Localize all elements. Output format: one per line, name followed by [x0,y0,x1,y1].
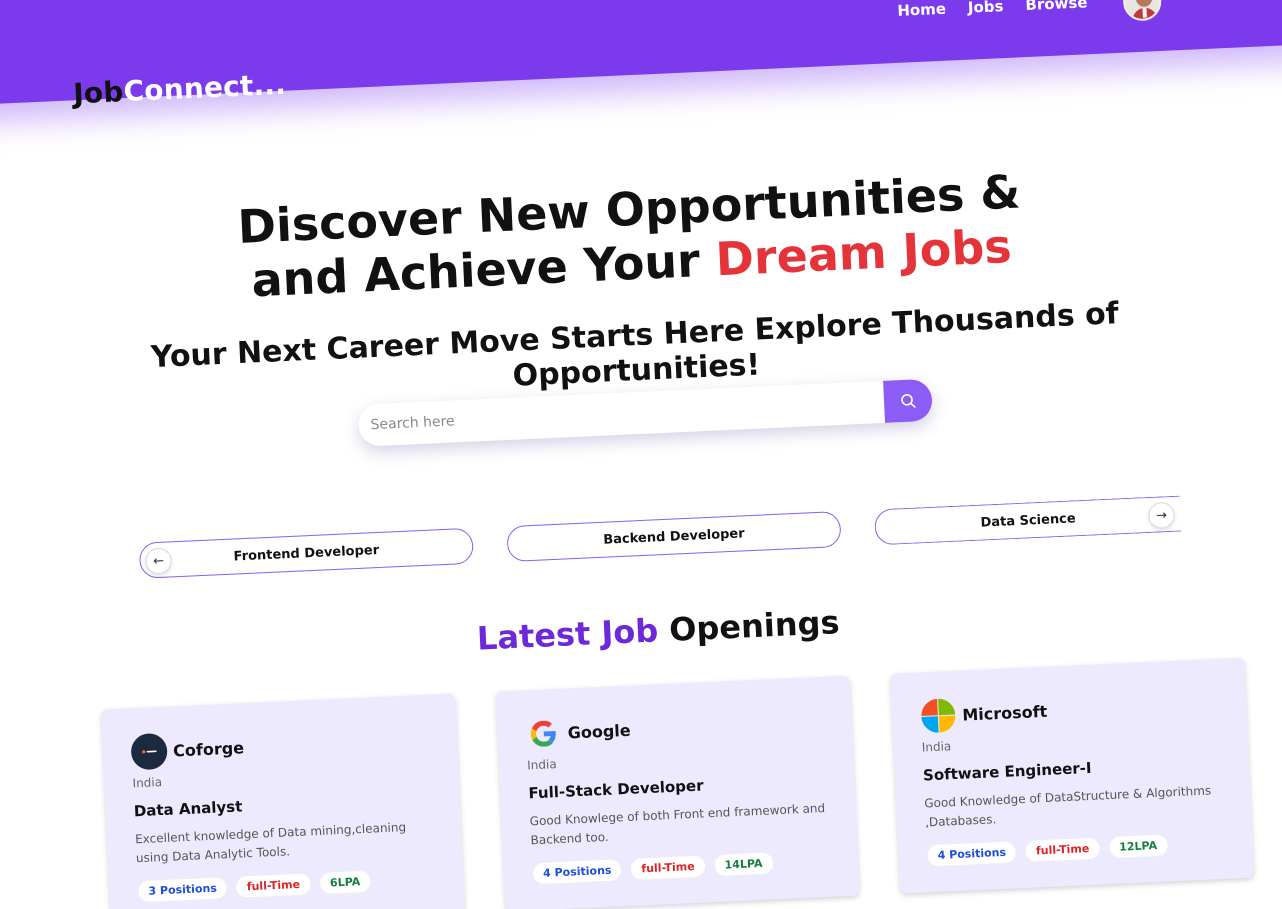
job-title: Data Analyst [133,797,243,821]
job-description: Good Knowledge of DataStructure & Algori… [924,783,1212,830]
section-title: Latest Job Openings [448,602,869,659]
job-card[interactable]: Coforge India Data Analyst Excellent kno… [101,693,465,909]
category-pill-backend[interactable]: Backend Developer [506,510,842,563]
category-label: Frontend Developer [233,542,380,565]
company-name: Microsoft [961,701,1048,725]
section-title-highlight: Latest Job [476,611,659,658]
job-title: Full-Stack Developer [528,776,704,803]
job-type-badge: full-Time [629,854,707,881]
page: JobConnect... Home Jobs Browse Discover … [0,0,1282,909]
job-badges: 4 Positions full-Time 12LPA [926,831,1225,868]
job-description: Excellent knowledge of Data mining,clean… [134,820,407,866]
job-card[interactable]: Google India Full-Stack Developer Good K… [495,675,860,909]
nav-link-home[interactable]: Home [897,0,946,20]
company-header: Microsoft [920,685,1219,734]
company-header: Coforge [130,721,429,771]
category-label: Data Science [980,510,1076,531]
coforge-logo-graphic [131,733,168,770]
company-name: Google [567,720,632,743]
job-title: Software Engineer-I [922,758,1092,785]
salary-badge: 6LPA [318,869,372,895]
arrow-right-icon: → [1155,507,1168,524]
company-header: Google [525,703,824,752]
section-title-rest: Openings [657,603,841,650]
category-pill-frontend[interactable]: Frontend Developer [138,527,474,579]
category-pill-data-science[interactable]: Data Science [873,495,1182,546]
brand-logo-part2: Connect... [122,67,287,109]
hero-title: Discover New Opportunities & and Achieve… [188,162,1072,310]
salary-badge: 14LPA [713,851,774,878]
job-description: Good Knowlege of both Front end framewor… [529,800,826,848]
search-icon [901,394,916,408]
search-button[interactable] [883,378,933,423]
job-card[interactable]: Microsoft India Software Engineer-I Good… [890,657,1255,894]
job-type-badge: full-Time [235,872,312,899]
nav-link-jobs[interactable]: Jobs [968,0,1004,17]
job-badges: 3 Positions full-Time 6LPA [137,867,436,904]
job-badges: 4 Positions full-Time 14LPA [531,849,831,886]
category-label: Backend Developer [602,525,745,548]
job-type-badge: full-Time [1024,836,1101,863]
scene: JobConnect... Home Jobs Browse Discover … [0,0,1282,909]
positions-badge: 4 Positions [531,858,623,886]
salary-badge: 12LPA [1107,833,1169,860]
microsoft-logo-icon [920,697,958,735]
arrow-left-icon: ← [152,553,165,569]
brand-logo-part1: Job [72,75,125,111]
coforge-logo-icon [130,732,168,771]
positions-badge: 3 Positions [137,876,229,904]
company-name: Coforge [172,737,245,760]
google-logo-icon [525,715,563,753]
category-carousel: Frontend Developer ← Backend Developer D… [138,495,1182,583]
positions-badge: 4 Positions [926,840,1018,868]
